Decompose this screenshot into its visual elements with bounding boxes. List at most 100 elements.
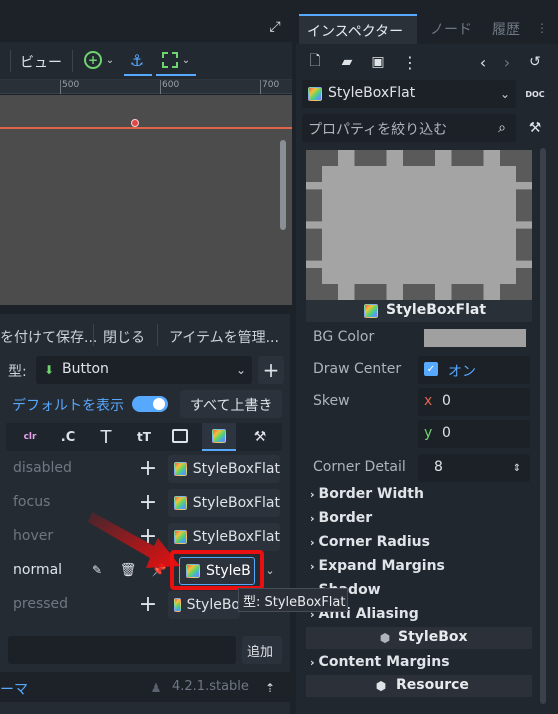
chevron-right-icon: › xyxy=(310,535,315,549)
ruler-tick xyxy=(60,80,61,94)
resource-section[interactable]: ⬢ Resource xyxy=(306,675,532,697)
chevron-down-icon[interactable]: ⌄ xyxy=(104,52,116,68)
guide-line xyxy=(0,127,292,129)
save-icon[interactable]: ▣ xyxy=(370,53,386,71)
object-history-icon[interactable]: ↺ xyxy=(526,52,544,72)
tools-icon[interactable]: ⚒ xyxy=(250,427,270,447)
tab-font-sizes[interactable]: tT xyxy=(130,427,158,447)
stylebox-value-normal[interactable]: StyleB xyxy=(179,557,255,585)
folder-icon[interactable]: ▰ xyxy=(338,53,356,71)
inspector-scrollbar[interactable] xyxy=(540,148,546,704)
stylebox-icon xyxy=(186,564,200,578)
stylebox-icon xyxy=(364,304,378,318)
save-as-button[interactable]: を付けて保存... xyxy=(0,327,97,347)
filter-tools-icon[interactable]: ⚒ xyxy=(526,117,544,139)
fullscreen-icon[interactable]: ⤢ xyxy=(266,18,284,36)
resource-type-label: StyleBoxFlat xyxy=(328,85,416,101)
stylebox-value-focus[interactable]: StyleBoxFlat xyxy=(168,489,280,517)
tab-fonts[interactable]: T xyxy=(92,426,120,448)
group-border-width[interactable]: › Border Width xyxy=(310,482,424,506)
viewport-scrollbar[interactable] xyxy=(280,140,286,230)
theme-type-tabs: clr .C T tT ⚒ xyxy=(6,423,282,451)
stylebox-value-hover[interactable]: StyleBoxFlat xyxy=(168,523,280,551)
viewport-canvas[interactable] xyxy=(0,95,292,305)
skew-y-field[interactable]: y 0 xyxy=(418,420,530,448)
chevron-down-icon[interactable]: ⌄ xyxy=(180,52,192,68)
tab-label: インスペクター xyxy=(307,24,404,40)
select-underline xyxy=(156,74,196,76)
corner-detail-spinbox[interactable]: 8 ⇕ xyxy=(418,454,530,482)
anchor-underline xyxy=(124,74,152,76)
group-expand-margins[interactable]: › Expand Margins xyxy=(310,554,445,578)
group-label: Border xyxy=(318,510,373,526)
stylebox-value-disabled[interactable]: StyleBoxFlat xyxy=(168,455,280,483)
preview-caption: StyleBoxFlat xyxy=(386,302,487,318)
skew-x-field[interactable]: x 0 xyxy=(418,388,530,416)
history-forward-icon[interactable]: › xyxy=(500,52,514,72)
prop-name-normal: normal xyxy=(13,562,63,578)
add-point-icon[interactable]: + xyxy=(84,51,102,69)
tab-icons-image-icon[interactable] xyxy=(172,429,188,443)
manage-items-button[interactable]: アイテムを管理... xyxy=(169,327,279,347)
resource-type-selector[interactable]: StyleBoxFlat ⌄ xyxy=(302,80,516,108)
property-filter-input[interactable]: プロパティを絞り込む ⌕ xyxy=(302,114,516,142)
chevron-right-icon: › xyxy=(310,487,315,501)
expand-panel-icon[interactable]: ⇡ xyxy=(262,679,278,697)
stylebox-label: StyleBoxFlat xyxy=(192,529,280,545)
tab-constants-c[interactable]: .C xyxy=(54,427,82,447)
more-tabs-icon[interactable]: ⋮ xyxy=(536,20,548,36)
stylebox-icon xyxy=(212,429,226,443)
plus-icon[interactable]: + xyxy=(138,592,158,617)
skew-label: Skew xyxy=(313,393,350,409)
group-label: Border Width xyxy=(318,486,424,502)
add-item-input[interactable] xyxy=(8,636,236,664)
show-default-label: デフォルトを表示 xyxy=(12,398,124,414)
show-default-toggle[interactable] xyxy=(132,396,168,412)
ruler-tick-label: 700 xyxy=(262,80,280,90)
plus-icon[interactable]: + xyxy=(138,456,158,481)
tab-node[interactable]: ノード xyxy=(430,19,472,39)
prop-name-disabled: disabled xyxy=(13,460,72,476)
tab-styles-active[interactable] xyxy=(202,423,236,451)
add-type-button[interactable]: + xyxy=(258,356,284,384)
new-resource-icon[interactable]: 🗋 xyxy=(307,53,323,71)
chevron-down-icon: ⌄ xyxy=(499,87,511,101)
bg-color-swatch[interactable] xyxy=(424,329,526,347)
horizontal-ruler: 500 600 700 xyxy=(0,80,292,94)
stylebox-preview xyxy=(306,150,532,300)
more-options-icon[interactable]: ⋮ xyxy=(402,52,418,72)
group-content-margins[interactable]: › Content Margins xyxy=(310,650,450,674)
select-region-icon[interactable] xyxy=(162,52,178,68)
view-menu[interactable]: ビュー xyxy=(20,52,62,72)
viewport-toolbar: ビュー + ⌄ ⚓ ⌄ xyxy=(0,42,292,80)
stylebox-value-pressed[interactable]: StyleBo xyxy=(168,591,240,619)
prop-name-focus: focus xyxy=(13,494,51,510)
theme-bottom-tab[interactable]: ーマ xyxy=(0,679,28,699)
chevron-down-icon[interactable]: ⌄ xyxy=(264,562,276,578)
anchor-icon[interactable]: ⚓ xyxy=(128,50,146,70)
godot-icon: ♟ xyxy=(150,681,162,695)
draw-center-checkbox[interactable]: ✓ xyxy=(424,362,438,376)
draw-center-label: Draw Center xyxy=(313,361,402,377)
chevron-right-icon: › xyxy=(310,559,315,573)
close-button[interactable]: 閉じる xyxy=(103,327,145,347)
group-label: Corner Radius xyxy=(318,534,430,550)
doc-icon[interactable]: DOC xyxy=(524,82,546,106)
type-selector[interactable]: ⬇ Button ⌄ xyxy=(36,356,252,384)
pivot-point[interactable] xyxy=(131,119,139,127)
version-label: 4.2.1.stable xyxy=(172,679,249,694)
override-all-button[interactable]: すべて上書き xyxy=(180,390,282,418)
add-item-label: 追加 xyxy=(247,645,274,660)
group-border[interactable]: › Border xyxy=(310,506,372,530)
group-corner-radius[interactable]: › Corner Radius xyxy=(310,530,430,554)
button-node-icon: ⬇ xyxy=(43,363,55,377)
tab-history[interactable]: 履歴 xyxy=(492,19,520,39)
tab-colors[interactable]: clr xyxy=(16,427,44,447)
stylebox-section[interactable]: ⬢ StyleBox xyxy=(306,627,532,649)
tab-inspector[interactable]: インスペクター xyxy=(299,14,417,44)
type-value: Button xyxy=(62,361,109,377)
history-back-icon[interactable]: ‹ xyxy=(476,52,490,72)
chevron-down-icon: ⌄ xyxy=(235,363,247,377)
add-item-button[interactable]: 追加 xyxy=(242,636,282,664)
stylebox-label: StyleBo xyxy=(186,597,240,613)
